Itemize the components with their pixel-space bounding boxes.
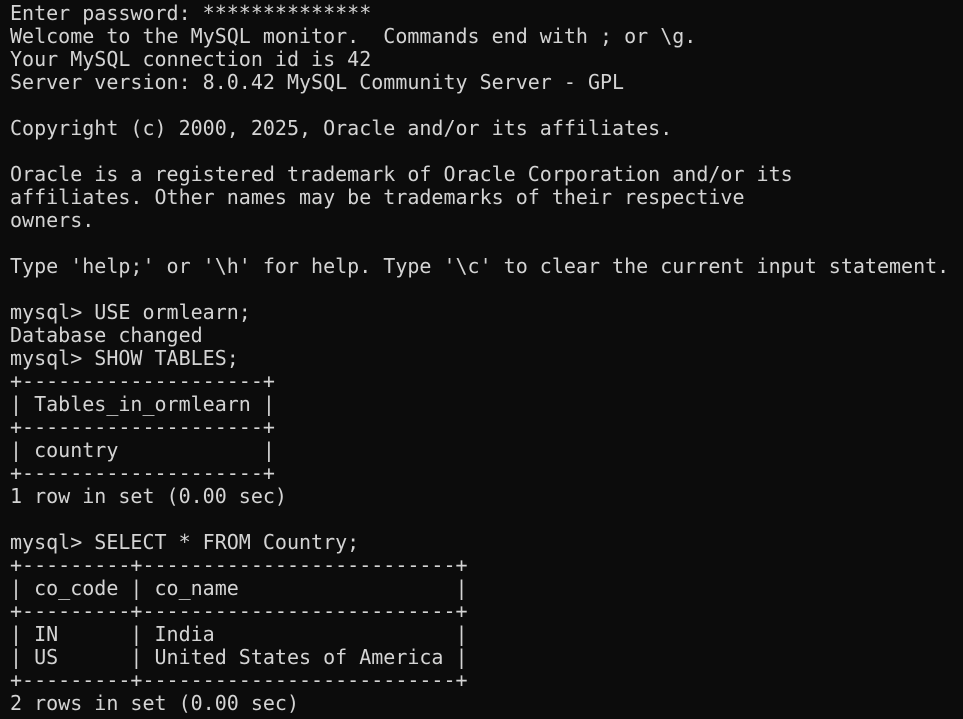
table-border-line: +--------------------+ bbox=[10, 462, 275, 485]
tables-row-country: | country | bbox=[10, 439, 275, 462]
table-border-line: +---------+--------------------------+ bbox=[10, 669, 468, 692]
welcome-line: Welcome to the MySQL monitor. Commands e… bbox=[10, 25, 697, 48]
db-changed-output: Database changed bbox=[10, 324, 203, 347]
connection-id-line: Your MySQL connection id is 42 bbox=[10, 48, 372, 71]
trademark-line-3: owners. bbox=[10, 209, 95, 232]
help-hint-line: Type 'help;' or '\h' for help. Type '\c'… bbox=[10, 255, 950, 278]
password-prompt-line: Enter password: ************** bbox=[10, 2, 372, 25]
trademark-line-1: Oracle is a registered trademark of Orac… bbox=[10, 163, 793, 186]
country-row-us: | US | United States of America | bbox=[10, 646, 468, 669]
row-count-line: 2 rows in set (0.00 sec) bbox=[10, 692, 299, 715]
table-border-line: +--------------------+ bbox=[10, 370, 275, 393]
table-border-line: +---------+--------------------------+ bbox=[10, 554, 468, 577]
command-show-tables: mysql> SHOW TABLES; bbox=[10, 347, 239, 370]
command-use-db: mysql> USE ormlearn; bbox=[10, 301, 251, 324]
terminal-window[interactable]: Enter password: ************** Welcome t… bbox=[0, 0, 963, 719]
row-count-line: 1 row in set (0.00 sec) bbox=[10, 485, 287, 508]
table-border-line: +---------+--------------------------+ bbox=[10, 600, 468, 623]
trademark-line-2: affiliates. Other names may be trademark… bbox=[10, 186, 745, 209]
country-header-row: | co_code | co_name | bbox=[10, 577, 468, 600]
copyright-line: Copyright (c) 2000, 2025, Oracle and/or … bbox=[10, 117, 673, 140]
command-select-country: mysql> SELECT * FROM Country; bbox=[10, 531, 360, 554]
table-border-line: +--------------------+ bbox=[10, 416, 275, 439]
server-version-line: Server version: 8.0.42 MySQL Community S… bbox=[10, 71, 625, 94]
country-row-in: | IN | India | bbox=[10, 623, 468, 646]
tables-header-row: | Tables_in_ormlearn | bbox=[10, 393, 275, 416]
